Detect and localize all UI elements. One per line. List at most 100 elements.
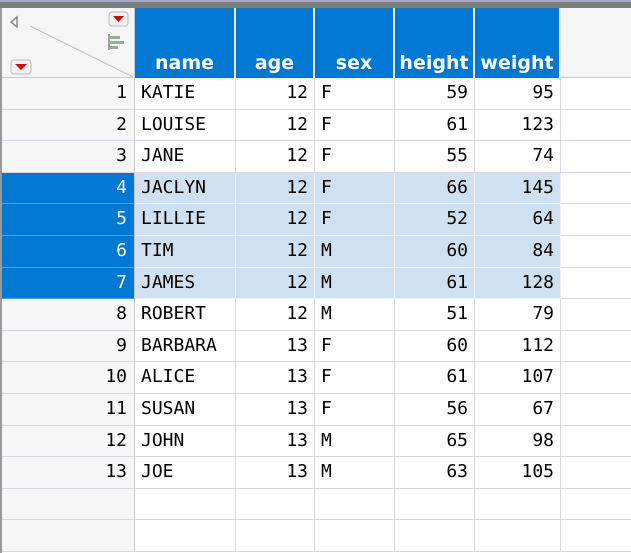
cell-height[interactable]: 59: [395, 78, 475, 110]
cell-height[interactable]: 61: [395, 109, 475, 142]
column-header-sex[interactable]: sex: [315, 8, 395, 78]
column-header-age[interactable]: age: [236, 8, 315, 78]
cell-name[interactable]: ROBERT: [135, 299, 236, 331]
cell-weight[interactable]: 105: [475, 457, 561, 489]
column-header-weight[interactable]: weight: [475, 8, 561, 78]
cell-height[interactable]: 60: [395, 236, 475, 268]
table-row[interactable]: 13 JOE 13 M 63 105: [0, 457, 631, 489]
cell-height[interactable]: 51: [395, 299, 475, 331]
cell-height[interactable]: 66: [395, 172, 475, 205]
empty-row[interactable]: [0, 488, 631, 521]
table-row[interactable]: 1 KATIE 12 F 59 95: [0, 78, 631, 110]
cell-weight[interactable]: 84: [475, 236, 561, 268]
table-row[interactable]: 11 SUSAN 13 F 56 67: [0, 394, 631, 426]
cell-sex[interactable]: F: [315, 141, 395, 173]
cell-sex[interactable]: [315, 520, 395, 552]
row-number[interactable]: 10: [0, 362, 135, 394]
cell-name[interactable]: KATIE: [135, 78, 236, 110]
row-number[interactable]: 3: [0, 141, 135, 173]
cell-name[interactable]: ALICE: [135, 362, 236, 394]
cell-age[interactable]: 12: [236, 172, 315, 205]
cell-sex[interactable]: F: [315, 394, 395, 426]
cell-height[interactable]: 65: [395, 425, 475, 458]
cell-name[interactable]: JAMES: [135, 267, 236, 300]
cell-weight[interactable]: 98: [475, 425, 561, 458]
table-menu-red-triangle-icon[interactable]: [108, 11, 129, 27]
table-row[interactable]: 9 BARBARA 13 F 60 112: [0, 330, 631, 363]
cell-sex[interactable]: [315, 488, 395, 521]
cell-height[interactable]: 61: [395, 362, 475, 394]
cell-name[interactable]: JACLYN: [135, 172, 236, 205]
row-number[interactable]: 6: [0, 236, 135, 268]
cell-name[interactable]: LILLIE: [135, 204, 236, 236]
cell-sex[interactable]: F: [315, 204, 395, 236]
cell-name[interactable]: JANE: [135, 141, 236, 173]
cell-age[interactable]: 12: [236, 299, 315, 331]
cell-age[interactable]: 12: [236, 236, 315, 268]
cell-age[interactable]: 12: [236, 141, 315, 173]
cell-name[interactable]: JOHN: [135, 425, 236, 458]
cell-sex[interactable]: M: [315, 236, 395, 268]
cell-sex[interactable]: F: [315, 330, 395, 363]
cell-age[interactable]: 12: [236, 204, 315, 236]
table-row[interactable]: 3 JANE 12 F 55 74: [0, 141, 631, 173]
cell-sex[interactable]: M: [315, 425, 395, 458]
cell-height[interactable]: [395, 488, 475, 521]
cell-height[interactable]: [395, 520, 475, 552]
cell-weight[interactable]: 79: [475, 299, 561, 331]
cell-name[interactable]: [135, 488, 236, 521]
column-header-height[interactable]: height: [395, 8, 475, 78]
cell-age[interactable]: 13: [236, 330, 315, 363]
table-row[interactable]: 5 LILLIE 12 F 52 64: [0, 204, 631, 236]
table-row[interactable]: 10 ALICE 13 F 61 107: [0, 362, 631, 394]
cell-height[interactable]: 61: [395, 267, 475, 300]
row-number[interactable]: 1: [0, 78, 135, 110]
row-number[interactable]: 7: [0, 267, 135, 300]
cell-sex[interactable]: M: [315, 457, 395, 489]
row-number[interactable]: 13: [0, 457, 135, 489]
cell-height[interactable]: 56: [395, 394, 475, 426]
cell-weight[interactable]: 74: [475, 141, 561, 173]
table-row[interactable]: 6 TIM 12 M 60 84: [0, 236, 631, 268]
cell-name[interactable]: JOE: [135, 457, 236, 489]
cell-weight[interactable]: 145: [475, 172, 561, 205]
cell-age[interactable]: 13: [236, 394, 315, 426]
cell-height[interactable]: 55: [395, 141, 475, 173]
cell-age[interactable]: 12: [236, 78, 315, 110]
row-number[interactable]: 5: [0, 204, 135, 236]
cell-name[interactable]: BARBARA: [135, 330, 236, 363]
cell-age[interactable]: 13: [236, 362, 315, 394]
cell-sex[interactable]: M: [315, 267, 395, 300]
cell-weight[interactable]: 67: [475, 394, 561, 426]
cell-age[interactable]: 13: [236, 457, 315, 489]
table-row[interactable]: 8 ROBERT 12 M 51 79: [0, 299, 631, 331]
cell-weight[interactable]: 64: [475, 204, 561, 236]
collapse-triangle-icon[interactable]: [9, 15, 18, 29]
cell-weight[interactable]: [475, 488, 561, 521]
row-number[interactable]: 8: [0, 299, 135, 331]
cell-sex[interactable]: M: [315, 299, 395, 331]
cell-name[interactable]: [135, 520, 236, 552]
row-number[interactable]: 11: [0, 394, 135, 426]
table-row[interactable]: 4 JACLYN 12 F 66 145: [0, 172, 631, 205]
row-number[interactable]: 9: [0, 330, 135, 363]
table-row[interactable]: 7 JAMES 12 M 61 128: [0, 267, 631, 300]
cell-sex[interactable]: F: [315, 109, 395, 142]
cell-name[interactable]: SUSAN: [135, 394, 236, 426]
row-number[interactable]: [0, 488, 135, 521]
column-header-name[interactable]: name: [135, 8, 236, 78]
table-row[interactable]: 2 LOUISE 12 F 61 123: [0, 109, 631, 142]
cell-weight[interactable]: 107: [475, 362, 561, 394]
table-row[interactable]: 12 JOHN 13 M 65 98: [0, 425, 631, 458]
cell-weight[interactable]: 123: [475, 109, 561, 142]
cell-name[interactable]: TIM: [135, 236, 236, 268]
cell-sex[interactable]: F: [315, 172, 395, 205]
cell-height[interactable]: 60: [395, 330, 475, 363]
cell-weight[interactable]: 112: [475, 330, 561, 363]
cell-age[interactable]: 12: [236, 109, 315, 142]
rows-menu-red-triangle-icon[interactable]: [10, 59, 32, 75]
column-selector-icon[interactable]: [108, 34, 124, 50]
cell-weight[interactable]: 95: [475, 78, 561, 110]
row-number[interactable]: 4: [0, 172, 135, 205]
row-number[interactable]: 2: [0, 109, 135, 142]
